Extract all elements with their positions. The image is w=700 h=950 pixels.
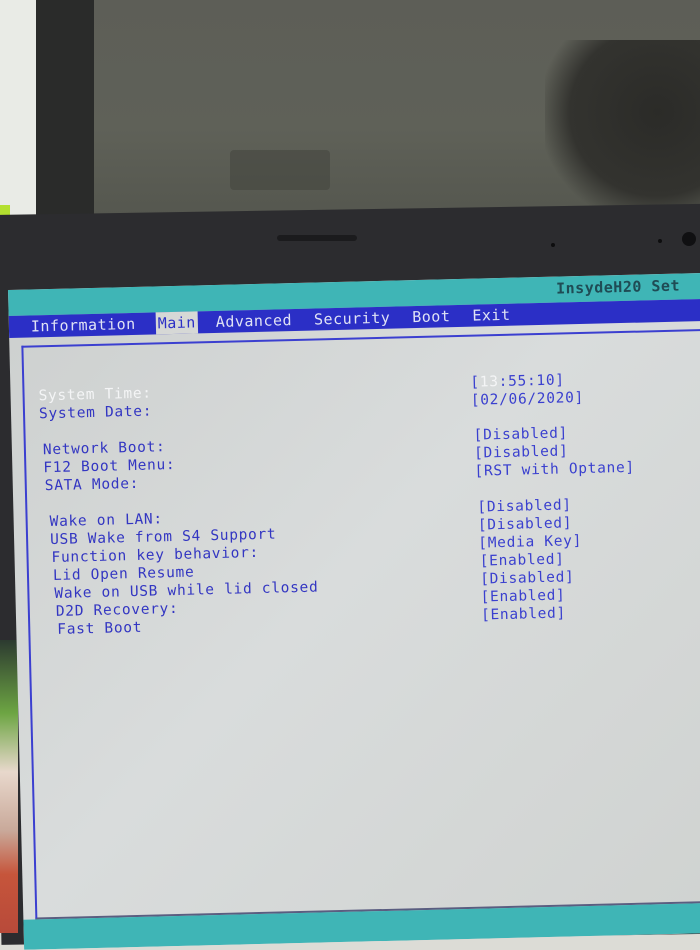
background-wall: [0, 0, 40, 240]
indicator-dot: [658, 239, 662, 243]
webcam-shutter: [277, 235, 357, 241]
setting-label-d2d-recovery[interactable]: D2D Recovery:: [56, 600, 179, 621]
screen-reflection: [230, 150, 330, 190]
setting-value-system-time[interactable]: [13:55:10]: [470, 371, 565, 391]
setting-value-d2d-recovery[interactable]: [Enabled]: [480, 586, 565, 606]
setting-value-system-date[interactable]: [02/06/2020]: [471, 389, 585, 410]
tab-main[interactable]: Main: [155, 311, 199, 335]
tab-boot[interactable]: Boot: [410, 305, 453, 328]
setting-label-fast-boot[interactable]: Fast Boot: [57, 619, 142, 639]
bios-setup-screen: InsydeH20 Set Information Main Advanced …: [8, 272, 700, 950]
setting-value-fast-boot[interactable]: [Enabled]: [481, 604, 566, 624]
time-hour-field[interactable]: 13: [480, 374, 499, 390]
setting-value-f12-boot-menu[interactable]: [Disabled]: [474, 442, 569, 462]
tab-security[interactable]: Security: [312, 307, 393, 331]
tab-advanced[interactable]: Advanced: [214, 309, 295, 333]
bios-title: InsydeH20 Set: [555, 276, 681, 298]
setting-label-f12-boot-menu[interactable]: F12 Boot Menu:: [43, 456, 175, 477]
setting-value-lid-open-resume[interactable]: [Enabled]: [480, 550, 565, 570]
screen-reflection-person: [545, 40, 700, 220]
setting-value-sata-mode[interactable]: [RST with Optane]: [474, 459, 635, 481]
background-object: [0, 640, 18, 933]
time-rest: :55:10]: [498, 372, 565, 391]
tab-information[interactable]: Information: [29, 313, 138, 338]
indicator-dot: [551, 243, 555, 247]
settings-panel: System Time: [13:55:10] System Date: [02…: [21, 328, 700, 920]
setting-value-network-boot[interactable]: [Disabled]: [473, 424, 569, 444]
setting-value-wake-on-lan[interactable]: [Disabled]: [477, 496, 572, 516]
setting-value-wake-on-usb-lid-closed[interactable]: [Disabled]: [480, 568, 575, 588]
setting-label-system-date[interactable]: System Date:: [39, 403, 153, 424]
tab-exit[interactable]: Exit: [470, 304, 513, 327]
setting-label-sata-mode[interactable]: SATA Mode:: [45, 475, 140, 495]
setting-value-function-key-behavior[interactable]: [Media Key]: [478, 532, 582, 553]
webcam-icon: [682, 232, 696, 246]
setting-value-usb-wake-s4[interactable]: [Disabled]: [478, 514, 573, 534]
